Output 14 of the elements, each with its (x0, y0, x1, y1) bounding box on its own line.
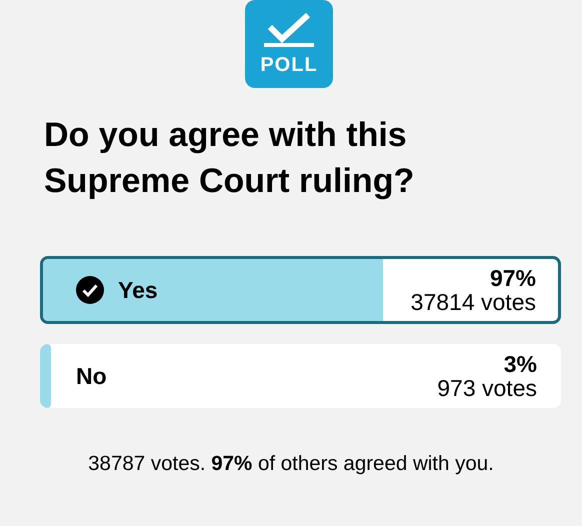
badge-label: POLL (260, 55, 318, 75)
option-votes: 37814 votes (410, 290, 536, 314)
option-votes: 973 votes (437, 376, 537, 400)
result-bar (40, 344, 51, 408)
checkmark-icon (264, 13, 314, 47)
check-circle-icon (76, 276, 104, 304)
vote-summary: 38787 votes. 97% of others agreed with you. (87, 452, 495, 476)
poll-option[interactable]: Yes 97% 37814 votes (40, 256, 561, 324)
option-percent: 3% (504, 352, 537, 376)
poll-option[interactable]: No 3% 973 votes (40, 344, 561, 408)
poll-question: Do you agree with this Supreme Court ruling? (44, 115, 416, 202)
option-percent: 97% (490, 266, 536, 290)
option-label: No (76, 362, 107, 390)
option-label: Yes (118, 276, 158, 304)
